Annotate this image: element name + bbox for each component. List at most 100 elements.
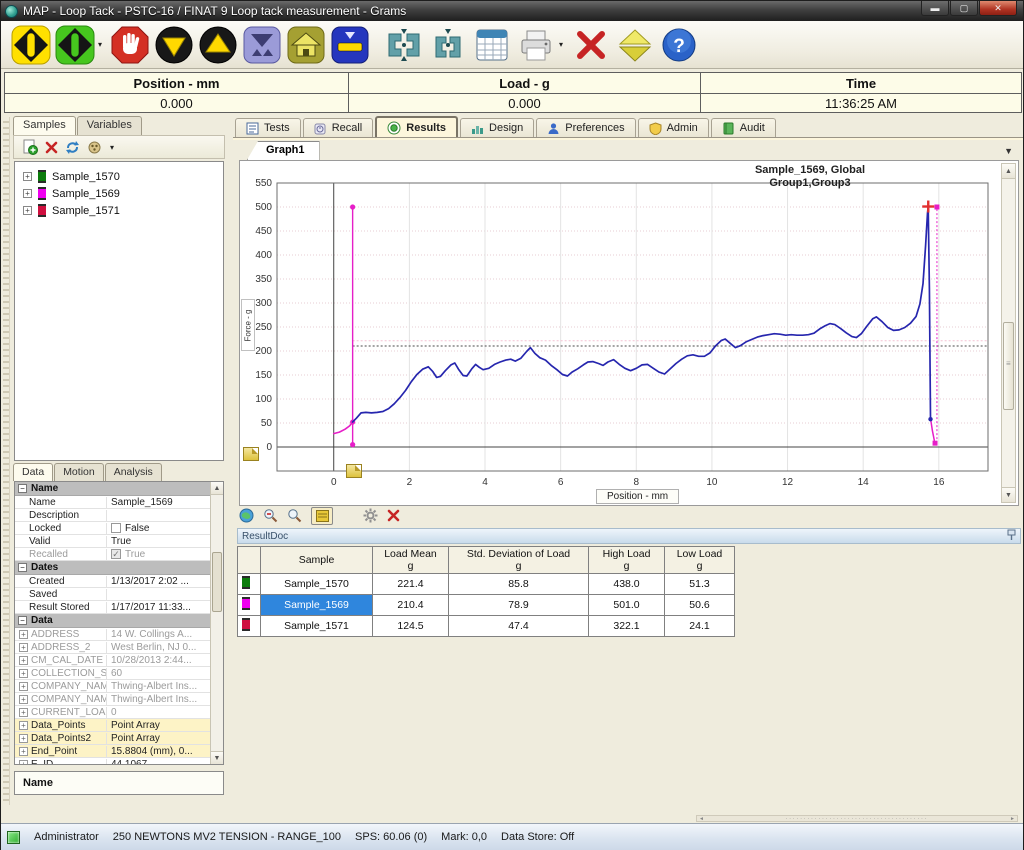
table-row[interactable]: Sample_1570 221.4 85.8 438.0 51.3 — [238, 574, 735, 595]
tree-item-sample-1569[interactable]: + Sample_1569 — [15, 185, 223, 202]
property-row[interactable]: +CM_CAL_DATE10/28/2013 2:44... — [15, 654, 210, 667]
close-grips-button[interactable] — [426, 23, 470, 67]
graph-delete-icon[interactable] — [387, 509, 400, 522]
tab-recall[interactable]: Recall — [303, 118, 374, 137]
jog-mode-button[interactable] — [240, 23, 284, 67]
start-yellow-button[interactable] — [9, 23, 53, 67]
scroll-up-icon[interactable]: ▲ — [211, 482, 223, 495]
annotation-note-icon[interactable] — [243, 447, 259, 461]
scrollbar-thumb[interactable] — [212, 552, 222, 612]
left-splitter[interactable] — [3, 117, 10, 805]
tab-analysis[interactable]: Analysis — [105, 463, 162, 481]
delete-sample-icon[interactable] — [45, 141, 58, 154]
property-row[interactable]: +Data_PointsPoint Array — [15, 719, 210, 732]
property-row[interactable]: +COLLECTION_S...60 — [15, 667, 210, 680]
graph-settings-icon[interactable] — [363, 508, 378, 523]
property-row[interactable]: +COMPANY_NAMEThwing-Albert Ins... — [15, 680, 210, 693]
stop-button[interactable] — [108, 23, 152, 67]
open-grips-button[interactable] — [382, 23, 426, 67]
property-row[interactable]: Description — [15, 509, 210, 522]
scroll-down-icon[interactable]: ▼ — [211, 751, 223, 764]
tree-item-sample-1570[interactable]: + Sample_1570 — [15, 168, 223, 185]
zoom-out-icon[interactable] — [263, 508, 278, 523]
collapse-icon[interactable]: − — [18, 484, 27, 493]
zoom-in-icon[interactable] — [287, 508, 302, 523]
group-dates[interactable]: −Dates — [15, 561, 210, 575]
calibrate-button[interactable] — [613, 23, 657, 67]
graph-panel[interactable]: 0501001502002503003504004505005500246810… — [239, 160, 1019, 506]
property-row[interactable]: Saved — [15, 588, 210, 601]
tab-data[interactable]: Data — [13, 463, 53, 481]
scroll-up-icon[interactable]: ▲ — [1002, 164, 1015, 179]
start-green-button[interactable] — [53, 23, 97, 67]
tab-design[interactable]: Design — [460, 118, 534, 137]
property-row[interactable]: LockedFalse — [15, 522, 210, 535]
refresh-samples-icon[interactable] — [65, 140, 80, 155]
property-row[interactable]: +COMPANY_NAM...Thwing-Albert Ins... — [15, 693, 210, 706]
group-data[interactable]: −Data — [15, 614, 210, 628]
tab-motion[interactable]: Motion — [54, 463, 104, 481]
property-row[interactable]: +CURRENT_LOA...0 — [15, 706, 210, 719]
collapse-icon[interactable]: − — [18, 616, 27, 625]
help-button[interactable]: ? — [657, 23, 701, 67]
maximize-button[interactable]: ▢ — [950, 1, 978, 16]
property-row[interactable]: Result Stored1/17/2017 11:33... — [15, 601, 210, 614]
property-row[interactable]: +ADDRESS_2West Berlin, NJ 0... — [15, 641, 210, 654]
scroll-down-icon[interactable]: ▼ — [1002, 487, 1015, 502]
start-dropdown-caret[interactable]: ▾ — [98, 40, 107, 49]
home-button[interactable] — [284, 23, 328, 67]
sample-options-caret[interactable]: ▾ — [110, 143, 119, 152]
checkbox-unchecked-icon[interactable] — [111, 523, 121, 533]
tab-tests[interactable]: Tests — [235, 118, 301, 137]
group-name[interactable]: −Name — [15, 482, 210, 496]
chart-canvas[interactable]: 0501001502002503003504004505005500246810… — [240, 161, 1002, 506]
expand-icon[interactable]: + — [23, 206, 32, 215]
tab-admin[interactable]: Admin — [638, 118, 709, 137]
sample-name: Sample_1569 — [52, 188, 120, 200]
add-sample-icon[interactable] — [22, 139, 38, 155]
property-row[interactable]: Created1/13/2017 2:02 ... — [15, 575, 210, 588]
return-to-start-button[interactable] — [328, 23, 372, 67]
status-mark: Mark: 0,0 — [441, 831, 487, 843]
tab-audit[interactable]: Audit — [711, 118, 776, 137]
property-row[interactable]: +Data_Points2Point Array — [15, 732, 210, 745]
tree-item-sample-1571[interactable]: + Sample_1571 — [15, 202, 223, 219]
pan-globe-icon[interactable] — [239, 508, 254, 523]
svg-text:150: 150 — [255, 370, 272, 381]
jog-down-button[interactable] — [152, 23, 196, 67]
scrollbar-thumb[interactable] — [1003, 322, 1014, 410]
collapse-icon[interactable]: − — [18, 563, 27, 572]
property-row[interactable]: +ADDRESS14 W. Collings A... — [15, 628, 210, 641]
tab-variables[interactable]: Variables — [77, 116, 142, 135]
tab-samples[interactable]: Samples — [13, 116, 76, 135]
svg-text:4: 4 — [482, 477, 488, 488]
graph-list-caret-icon[interactable]: ▼ — [1004, 146, 1013, 156]
expand-icon[interactable]: + — [23, 172, 32, 181]
tab-graph1[interactable]: Graph1 — [247, 141, 320, 160]
property-row[interactable]: Recalled✓True — [15, 548, 210, 561]
tab-preferences[interactable]: Preferences — [536, 118, 635, 137]
annotation-lock-button[interactable] — [311, 507, 333, 525]
data-table-button[interactable] — [470, 23, 514, 67]
minimize-button[interactable]: ▬ — [921, 1, 949, 16]
property-row[interactable]: NameSample_1569 — [15, 496, 210, 509]
property-row[interactable]: ValidTrue — [15, 535, 210, 548]
property-row[interactable]: +E_ID44.1067... — [15, 758, 210, 765]
close-button[interactable]: ✕ — [979, 1, 1017, 16]
delete-button[interactable] — [569, 23, 613, 67]
print-dropdown-caret[interactable]: ▾ — [559, 40, 568, 49]
property-grid-scrollbar[interactable]: ▲ ▼ — [210, 482, 223, 764]
annotation-note-icon[interactable] — [346, 464, 362, 478]
time-label: Time — [701, 73, 1021, 94]
table-row-selected[interactable]: Sample_1569 210.4 78.9 501.0 50.6 — [238, 595, 735, 616]
print-button[interactable] — [514, 23, 558, 67]
table-row[interactable]: Sample_1571 124.5 47.4 322.1 24.1 — [238, 616, 735, 637]
tab-results[interactable]: Results — [375, 116, 458, 137]
auto-hide-pin-icon[interactable] — [1007, 529, 1016, 544]
property-row[interactable]: +End_Point15.8804 (mm), 0... — [15, 745, 210, 758]
expand-icon[interactable]: + — [23, 189, 32, 198]
jog-up-button[interactable] — [196, 23, 240, 67]
sample-options-icon[interactable] — [87, 140, 102, 155]
horizontal-splitter[interactable]: ◄·······································… — [696, 815, 1018, 822]
graph-scrollbar[interactable]: ▲ ▼ — [1001, 163, 1016, 503]
